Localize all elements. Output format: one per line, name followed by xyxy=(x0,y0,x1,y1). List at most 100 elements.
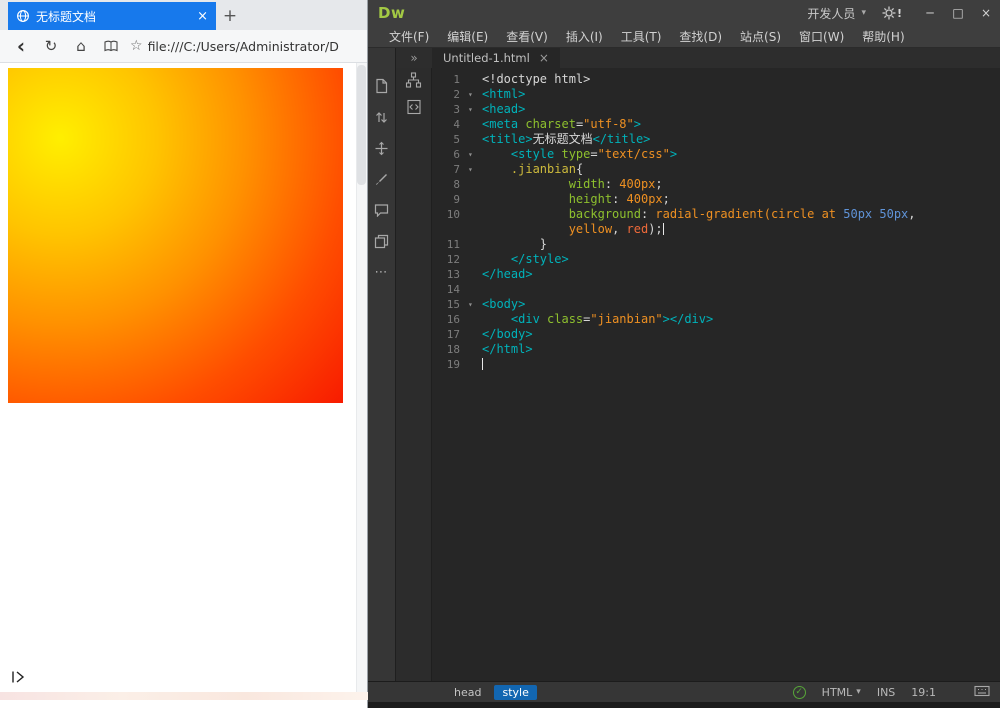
fold-arrow-icon[interactable]: ▾ xyxy=(466,297,482,312)
code-token xyxy=(482,147,511,161)
menu-item[interactable]: 工具(T) xyxy=(612,28,671,45)
tag-selector-head[interactable]: head xyxy=(446,685,489,700)
menu-item[interactable]: 查找(D) xyxy=(670,28,731,45)
code-token: height xyxy=(569,192,612,206)
code-token: <html> xyxy=(482,87,525,101)
new-tab-button[interactable]: + xyxy=(216,2,244,30)
code-token: 400px xyxy=(619,177,655,191)
code-line[interactable]: 19 xyxy=(432,357,1000,372)
insert-mode-indicator: INS xyxy=(877,686,895,699)
code-text: </style> xyxy=(482,252,569,267)
code-token: <!doctype html> xyxy=(482,72,590,86)
tab-close-icon[interactable]: × xyxy=(197,9,208,24)
menu-item[interactable]: 站点(S) xyxy=(731,28,790,45)
code-line[interactable]: 2▾<html> xyxy=(432,87,1000,102)
code-line[interactable]: 10 background: radial-gradient(circle at… xyxy=(432,207,1000,222)
code-line[interactable]: 3▾<head> xyxy=(432,102,1000,117)
menu-item[interactable]: 帮助(H) xyxy=(853,28,913,45)
doc-type-select[interactable]: HTML ▾ xyxy=(822,686,861,699)
workspace-switcher[interactable]: 开发人员 xyxy=(807,5,855,22)
panel-overflow-icon[interactable]: » xyxy=(396,51,432,65)
snippets-panel-button[interactable] xyxy=(405,98,423,116)
menu-item[interactable]: 查看(V) xyxy=(497,28,557,45)
menu-item[interactable]: 文件(F) xyxy=(380,28,438,45)
file-order-button[interactable] xyxy=(373,108,391,126)
code-text: <meta charset="utf-8"> xyxy=(482,117,641,132)
code-token xyxy=(482,192,569,206)
code-line[interactable]: 13</head> xyxy=(432,267,1000,282)
code-line[interactable]: 1<!doctype html> xyxy=(432,72,1000,87)
code-text: <body> xyxy=(482,297,525,312)
home-button[interactable]: ⌂ xyxy=(66,37,96,55)
sync-settings-button[interactable]: ! xyxy=(882,6,902,20)
bookmark-star-icon[interactable]: ☆ xyxy=(130,38,143,54)
minimize-button[interactable]: ─ xyxy=(916,0,944,26)
document-tab-close-icon[interactable]: × xyxy=(539,51,549,65)
fold-arrow-icon[interactable]: ▾ xyxy=(466,147,482,162)
style-brush-button[interactable] xyxy=(373,170,391,188)
code-token: radial-gradient(circle at xyxy=(655,207,843,221)
tag-selector-style[interactable]: style xyxy=(494,685,536,700)
menu-item[interactable]: 编辑(E) xyxy=(438,28,497,45)
more-options-button[interactable]: ⋯ xyxy=(373,263,391,281)
code-line[interactable]: 18</html> xyxy=(432,342,1000,357)
expand-arrow-icon xyxy=(10,670,26,684)
move-arrows-icon xyxy=(374,141,389,156)
document-tab[interactable]: Untitled-1.html × xyxy=(432,48,560,68)
code-token: : xyxy=(641,207,655,221)
alert-badge: ! xyxy=(897,7,902,20)
refresh-button[interactable]: ↻ xyxy=(36,37,66,55)
code-editor[interactable]: 1<!doctype html>2▾<html>3▾<head>4<meta c… xyxy=(432,68,1000,681)
code-token: </title> xyxy=(593,132,651,146)
code-token: } xyxy=(482,237,547,251)
code-token: "jianbian" xyxy=(590,312,662,326)
code-token: <meta xyxy=(482,117,525,131)
maximize-button[interactable]: □ xyxy=(944,0,972,26)
menu-item[interactable]: 插入(I) xyxy=(557,28,612,45)
scrollbar-thumb[interactable] xyxy=(357,65,366,185)
code-line[interactable]: 8 width: 400px; xyxy=(432,177,1000,192)
fold-arrow-icon[interactable]: ▾ xyxy=(466,162,482,177)
transform-tool-button[interactable] xyxy=(373,139,391,157)
menu-item[interactable]: 窗口(W) xyxy=(790,28,853,45)
address-bar[interactable]: ☆ file:///C:/Users/Administrator/D xyxy=(126,38,361,54)
fold-arrow-icon[interactable]: ▾ xyxy=(466,102,482,117)
dom-panel-button[interactable] xyxy=(405,71,423,89)
document-tab-bar: » Untitled-1.html × xyxy=(368,48,1000,68)
comments-button[interactable] xyxy=(373,201,391,219)
file-management-button[interactable] xyxy=(373,232,391,250)
browser-scrollbar[interactable] xyxy=(356,63,367,700)
code-line[interactable]: 15▾<body> xyxy=(432,297,1000,312)
browser-tab[interactable]: 无标题文档 × xyxy=(8,2,216,30)
code-token: yellow xyxy=(569,222,612,236)
open-documents-button[interactable] xyxy=(373,77,391,95)
code-token: ></div> xyxy=(663,312,714,326)
left-toolbar: ⋯ xyxy=(368,68,396,681)
fold-arrow-icon[interactable]: ▾ xyxy=(466,87,482,102)
code-token: : xyxy=(605,177,619,191)
code-line[interactable]: 14 xyxy=(432,282,1000,297)
back-button[interactable]: ‹ xyxy=(6,34,36,58)
keyboard-toggle-button[interactable] xyxy=(974,685,990,700)
chevron-down-icon[interactable]: ▾ xyxy=(861,8,866,18)
code-line[interactable]: 17</body> xyxy=(432,327,1000,342)
code-line[interactable]: 5<title>无标题文档</title> xyxy=(432,132,1000,147)
code-token: <head> xyxy=(482,102,525,116)
code-line[interactable]: 7▾ .jianbian{ xyxy=(432,162,1000,177)
code-line[interactable]: 11 } xyxy=(432,237,1000,252)
code-token: > xyxy=(670,147,677,161)
code-token: red xyxy=(627,222,649,236)
code-line[interactable]: 9 height: 400px; xyxy=(432,192,1000,207)
code-line[interactable]: 6▾ <style type="text/css"> xyxy=(432,147,1000,162)
code-line[interactable]: 4<meta charset="utf-8"> xyxy=(432,117,1000,132)
code-line[interactable]: 12 </style> xyxy=(432,252,1000,267)
panel-expander-button[interactable] xyxy=(10,669,26,688)
reading-mode-button[interactable] xyxy=(96,39,126,53)
code-text: </head> xyxy=(482,267,533,282)
code-token: </body> xyxy=(482,327,533,341)
code-line[interactable]: yellow, red); xyxy=(432,222,1000,237)
fold-gutter xyxy=(466,177,482,192)
code-line[interactable]: 16 <div class="jianbian"></div> xyxy=(432,312,1000,327)
close-button[interactable]: × xyxy=(972,0,1000,26)
tabrow-spacer xyxy=(368,48,396,68)
